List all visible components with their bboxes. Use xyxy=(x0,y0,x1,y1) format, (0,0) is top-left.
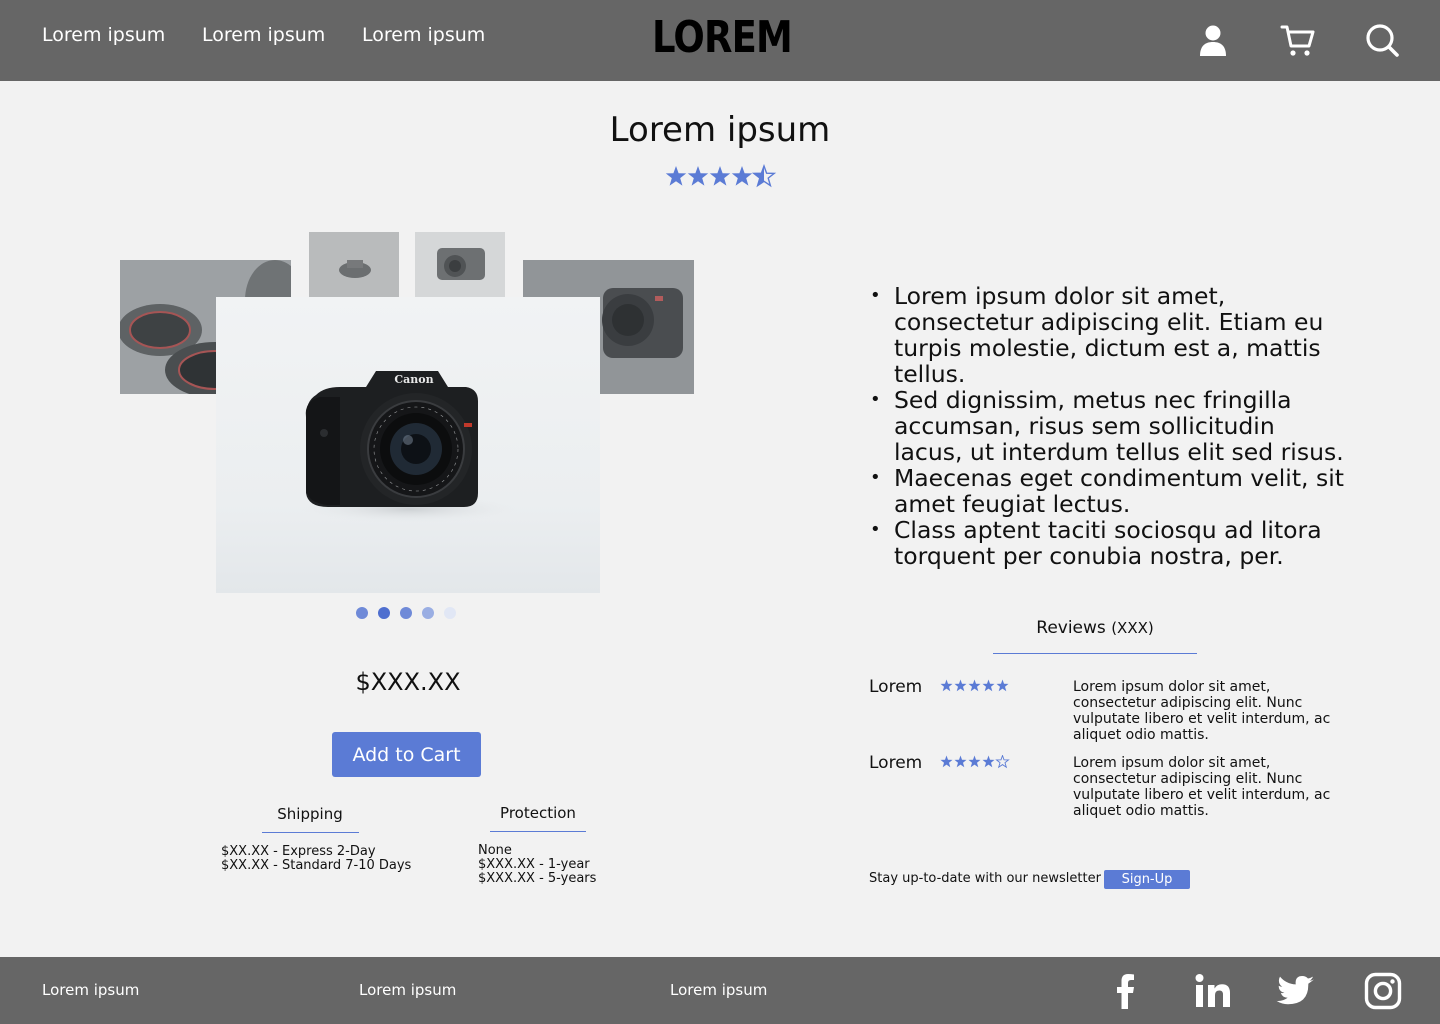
linkedin-icon[interactable] xyxy=(1193,971,1233,1011)
review-text: Lorem ipsum dolor sit amet, consectetur … xyxy=(1073,679,1331,743)
star-icon xyxy=(731,166,753,186)
star-icon xyxy=(665,166,687,186)
nav-link-2[interactable]: Lorem ipsum xyxy=(202,24,325,46)
gallery-dot-5[interactable] xyxy=(444,607,456,619)
reviews-count: (XXX) xyxy=(1111,619,1154,637)
reviews-tab[interactable]: Reviews (XXX) xyxy=(993,618,1197,638)
star-icon xyxy=(709,166,731,186)
shipping-underline xyxy=(262,832,359,833)
product-description: Lorem ipsum dolor sit amet, consectetur … xyxy=(870,283,1350,569)
reviews-underline xyxy=(993,653,1197,654)
logo[interactable]: LOREM xyxy=(652,12,793,63)
description-item: Class aptent taciti sociosqu ad litora t… xyxy=(870,517,1350,569)
camera-photo: Canon xyxy=(299,371,519,523)
empty-star-icon xyxy=(996,755,1009,768)
protection-tab[interactable]: Protection xyxy=(490,804,586,822)
gallery-dot-2[interactable] xyxy=(378,607,390,619)
review-stars xyxy=(940,755,1009,768)
star-icon xyxy=(968,755,981,768)
protection-option-1-year[interactable]: $XXX.XX - 1-year xyxy=(478,858,596,872)
protection-option-none[interactable]: None xyxy=(478,844,596,858)
cart-icon[interactable] xyxy=(1280,22,1316,58)
product-rating-stars xyxy=(665,165,775,187)
newsletter-text: Stay up-to-date with our newsletter xyxy=(869,871,1101,886)
main-product-image[interactable]: Canon xyxy=(216,297,600,593)
star-icon xyxy=(687,166,709,186)
protection-options: None $XXX.XX - 1-year $XXX.XX - 5-years xyxy=(478,844,596,886)
star-icon xyxy=(954,755,967,768)
camera-side-photo xyxy=(415,232,505,297)
reviews-label: Reviews xyxy=(1036,618,1106,638)
shipping-options: $XX.XX - Express 2-Day $XX.XX - Standard… xyxy=(221,845,411,873)
footer-link-2[interactable]: Lorem ipsum xyxy=(359,981,456,999)
user-icon[interactable] xyxy=(1195,22,1231,58)
protection-underline xyxy=(490,831,586,832)
gallery-thumb-side-view[interactable] xyxy=(415,232,505,297)
footer-link-3[interactable]: Lorem ipsum xyxy=(670,981,767,999)
camera-top-photo xyxy=(309,232,399,297)
star-icon xyxy=(940,755,953,768)
review-author: Lorem xyxy=(869,677,923,697)
newsletter-signup-button[interactable]: Sign-Up xyxy=(1104,870,1190,889)
description-item: Lorem ipsum dolor sit amet, consectetur … xyxy=(870,283,1350,387)
shipping-option-express[interactable]: $XX.XX - Express 2-Day xyxy=(221,845,411,859)
review-text: Lorem ipsum dolor sit amet, consectetur … xyxy=(1073,755,1331,819)
gallery-dot-1[interactable] xyxy=(356,607,368,619)
nav-link-3[interactable]: Lorem ipsum xyxy=(362,24,485,46)
gallery-dot-3[interactable] xyxy=(400,607,412,619)
star-icon xyxy=(982,679,995,692)
product-title: Lorem ipsum xyxy=(609,110,831,150)
review-stars xyxy=(940,679,1009,692)
star-icon xyxy=(940,679,953,692)
site-footer: Lorem ipsum Lorem ipsum Lorem ipsum xyxy=(0,957,1440,1024)
instagram-icon[interactable] xyxy=(1363,971,1403,1011)
star-icon xyxy=(954,679,967,692)
facebook-icon[interactable] xyxy=(1106,971,1146,1011)
shipping-option-standard[interactable]: $XX.XX - Standard 7-10 Days xyxy=(221,859,411,873)
gallery-thumb-top-view[interactable] xyxy=(309,232,399,297)
description-item: Sed dignissim, metus nec fringilla accum… xyxy=(870,387,1350,465)
nav-link-1[interactable]: Lorem ipsum xyxy=(42,24,165,46)
site-header: Lorem ipsum Lorem ipsum Lorem ipsum LORE… xyxy=(0,0,1440,81)
description-item: Maecenas eget condimentum velit, sit ame… xyxy=(870,465,1350,517)
footer-link-1[interactable]: Lorem ipsum xyxy=(42,981,139,999)
shipping-tab[interactable]: Shipping xyxy=(262,805,358,823)
search-icon[interactable] xyxy=(1364,22,1400,58)
twitter-icon[interactable] xyxy=(1276,971,1316,1011)
gallery-dot-4[interactable] xyxy=(422,607,434,619)
add-to-cart-button[interactable]: Add to Cart xyxy=(332,732,481,777)
protection-option-5-years[interactable]: $XXX.XX - 5-years xyxy=(478,872,596,886)
star-icon xyxy=(982,755,995,768)
review-author: Lorem xyxy=(869,753,923,773)
star-icon xyxy=(996,679,1009,692)
star-icon xyxy=(968,679,981,692)
half-star-icon xyxy=(753,165,775,187)
product-price: $XXX.XX xyxy=(355,668,461,696)
camera-brand-text: Canon xyxy=(394,373,433,386)
